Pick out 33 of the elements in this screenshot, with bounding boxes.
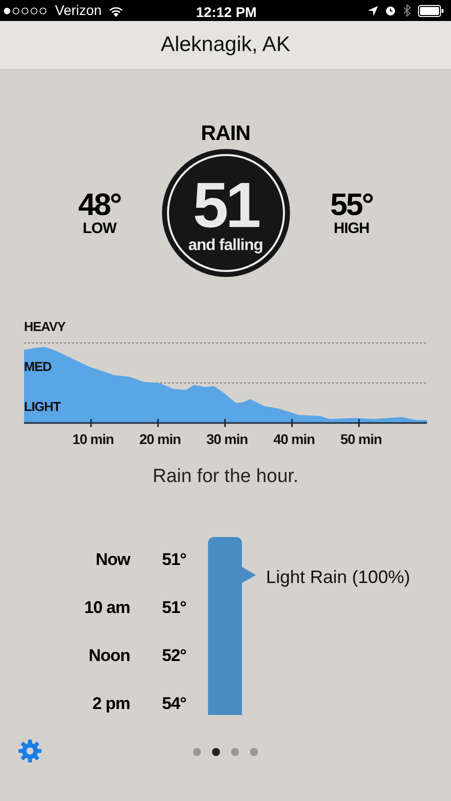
intensity-label: LIGHT (24, 398, 60, 416)
battery-icon (418, 4, 444, 16)
hour-label: Now (96, 548, 130, 570)
high-temperature: 55° (330, 189, 373, 221)
time-axis-label: 50 min (339, 430, 383, 449)
hour-temperature: 51° (162, 548, 186, 570)
wifi-icon (108, 4, 124, 16)
alarm-clock-icon (385, 5, 396, 16)
time-axis-label: 10 min (71, 430, 115, 449)
status-time: 12:12 PM (196, 3, 257, 22)
low-temperature: 48° (78, 189, 121, 221)
hour-temperature: 51° (162, 596, 186, 618)
hour-label: 10 am (84, 596, 130, 618)
current-temperature: 51 (192, 173, 258, 237)
bluetooth-icon (403, 4, 411, 17)
condition-label: Light Rain (100%) (266, 566, 410, 589)
low-label: LOW (82, 221, 116, 237)
time-axis-label: 40 min (272, 430, 316, 449)
intensity-label: HEAVY (24, 318, 66, 336)
carrier-name: Verizon (55, 1, 102, 20)
condition-label: RAIN (200, 122, 250, 146)
location-title: Aleknagik, AK (160, 32, 290, 58)
temperature-trend: and falling (188, 237, 263, 255)
time-axis-label: 30 min (205, 430, 249, 449)
hour-temperature: 52° (162, 644, 186, 666)
location-arrow-icon (368, 6, 378, 16)
intensity-label: MED (24, 358, 52, 376)
hour-label: Noon (88, 644, 130, 666)
forecast-summary: Rain for the hour. (152, 465, 300, 489)
hour-label: 2 pm (92, 692, 130, 714)
high-label: HIGH (334, 221, 370, 237)
hour-temperature: 54° (162, 692, 186, 714)
time-axis-label: 20 min (138, 430, 182, 449)
